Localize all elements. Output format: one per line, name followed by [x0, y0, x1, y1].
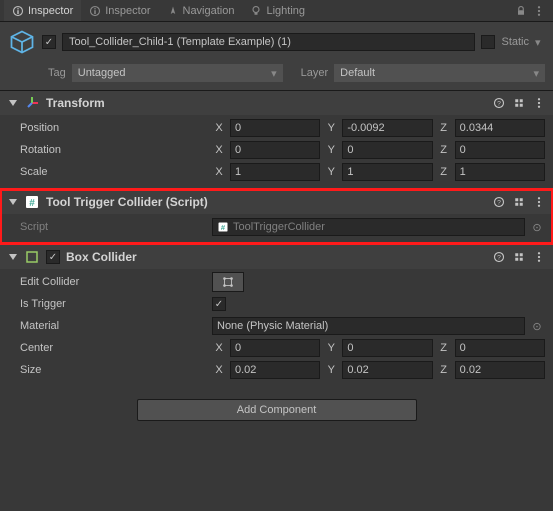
script-field: # ToolTriggerCollider: [212, 218, 525, 236]
scale-label: Scale: [8, 166, 208, 178]
transform-title: Transform: [46, 96, 105, 110]
edit-collider-label: Edit Collider: [8, 276, 208, 288]
preset-icon[interactable]: [513, 97, 525, 109]
position-label: Position: [8, 122, 208, 134]
center-x-input[interactable]: [230, 339, 320, 357]
tab-inspector-1[interactable]: Inspector: [4, 0, 81, 21]
size-x-input[interactable]: [230, 361, 320, 379]
tab-controls: [515, 5, 549, 17]
gameobject-header: Static ▾: [0, 22, 553, 62]
foldout-icon[interactable]: [8, 197, 18, 207]
foldout-icon[interactable]: [8, 252, 18, 262]
script-header[interactable]: # Tool Trigger Collider (Script) ?: [0, 190, 553, 214]
edit-collider-button[interactable]: [212, 272, 244, 292]
info-icon: [12, 5, 24, 17]
tag-layer-row: Tag Untagged Layer Default: [0, 62, 553, 90]
position-y-input[interactable]: [342, 119, 432, 137]
box-collider-title: Box Collider: [66, 250, 137, 264]
svg-text:?: ?: [497, 199, 501, 206]
tab-label: Lighting: [266, 5, 305, 17]
svg-text:?: ?: [497, 100, 501, 107]
is-trigger-label: Is Trigger: [8, 298, 208, 310]
tag-label: Tag: [48, 67, 66, 79]
help-icon[interactable]: ?: [493, 97, 505, 109]
menu-icon[interactable]: [533, 251, 545, 263]
navigation-icon: [167, 5, 179, 17]
gameobject-name-input[interactable]: [62, 33, 475, 51]
rotation-z-input[interactable]: [455, 141, 545, 159]
edit-collider-icon: [221, 275, 235, 289]
script-label: Script: [8, 221, 208, 233]
size-label: Size: [8, 364, 208, 376]
help-icon[interactable]: ?: [493, 251, 505, 263]
preset-icon[interactable]: [513, 251, 525, 263]
tab-navigation[interactable]: Navigation: [159, 0, 243, 21]
layer-dropdown[interactable]: Default: [334, 64, 545, 82]
tab-label: Navigation: [183, 5, 235, 17]
script-icon: #: [217, 221, 229, 233]
static-label: Static: [501, 36, 529, 48]
tab-lighting[interactable]: Lighting: [242, 0, 313, 21]
tag-dropdown[interactable]: Untagged: [72, 64, 283, 82]
scale-z-input[interactable]: [455, 163, 545, 181]
preset-icon[interactable]: [513, 196, 525, 208]
menu-icon[interactable]: [533, 97, 545, 109]
box-collider-enable-checkbox[interactable]: [46, 250, 60, 264]
tab-inspector-2[interactable]: Inspector: [81, 0, 158, 21]
foldout-icon[interactable]: [8, 98, 18, 108]
script-component: # Tool Trigger Collider (Script) ? Scrip…: [0, 189, 553, 244]
center-label: Center: [8, 342, 208, 354]
box-collider-component: Box Collider ? Edit Collider Is Trigger …: [0, 244, 553, 387]
layer-label: Layer: [301, 67, 329, 79]
position-x-input[interactable]: [230, 119, 320, 137]
box-collider-icon: [24, 249, 40, 265]
info-icon: [89, 5, 101, 17]
object-picker-icon[interactable]: ⊙: [529, 320, 545, 333]
transform-component: Transform ? Position X Y Z Rotation X Y …: [0, 90, 553, 189]
rotation-x-input[interactable]: [230, 141, 320, 159]
lock-icon[interactable]: [515, 5, 527, 17]
tab-label: Inspector: [105, 5, 150, 17]
help-icon[interactable]: ?: [493, 196, 505, 208]
is-trigger-checkbox[interactable]: [212, 297, 226, 311]
menu-icon[interactable]: [533, 5, 545, 17]
transform-header[interactable]: Transform ?: [0, 91, 553, 115]
transform-icon: [24, 95, 40, 111]
object-picker-icon[interactable]: ⊙: [529, 221, 545, 234]
size-z-input[interactable]: [455, 361, 545, 379]
gameobject-icon: [8, 28, 36, 56]
tab-bar: Inspector Inspector Navigation Lighting: [0, 0, 553, 22]
add-component-button[interactable]: Add Component: [137, 399, 417, 421]
svg-text:?: ?: [497, 254, 501, 261]
tab-label: Inspector: [28, 5, 73, 17]
size-y-input[interactable]: [342, 361, 432, 379]
svg-text:#: #: [29, 198, 35, 209]
center-y-input[interactable]: [342, 339, 432, 357]
position-z-input[interactable]: [455, 119, 545, 137]
rotation-y-input[interactable]: [342, 141, 432, 159]
script-icon: #: [24, 194, 40, 210]
box-collider-header[interactable]: Box Collider ?: [0, 245, 553, 269]
scale-x-input[interactable]: [230, 163, 320, 181]
scale-y-input[interactable]: [342, 163, 432, 181]
static-checkbox[interactable]: [481, 35, 495, 49]
material-label: Material: [8, 320, 208, 332]
script-title: Tool Trigger Collider (Script): [46, 195, 208, 209]
menu-icon[interactable]: [533, 196, 545, 208]
add-component-row: Add Component: [0, 387, 553, 433]
lightbulb-icon: [250, 5, 262, 17]
rotation-label: Rotation: [8, 144, 208, 156]
material-field[interactable]: None (Physic Material): [212, 317, 525, 335]
center-z-input[interactable]: [455, 339, 545, 357]
static-dropdown-arrow[interactable]: ▾: [535, 36, 545, 49]
gameobject-active-checkbox[interactable]: [42, 35, 56, 49]
